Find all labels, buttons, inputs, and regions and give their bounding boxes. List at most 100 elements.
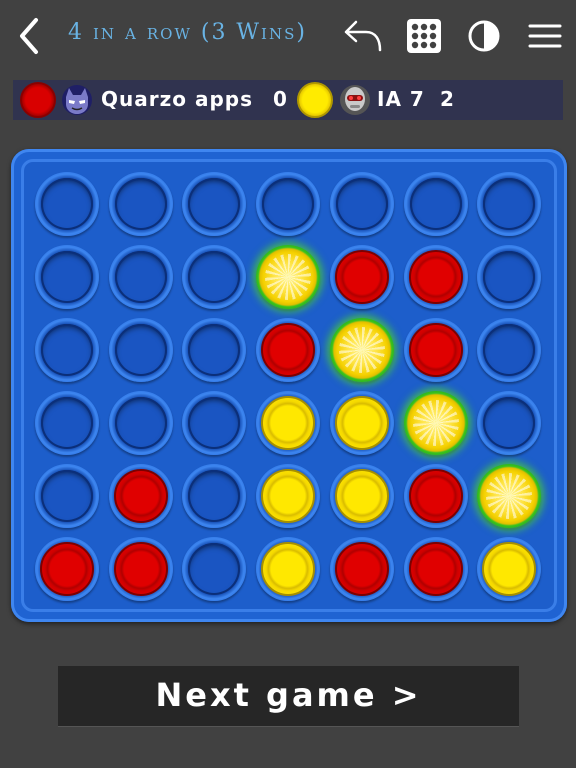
board-cell-r5-c7[interactable] (477, 464, 542, 528)
board-cell-r6-c3[interactable] (182, 537, 247, 601)
board-cell-r1-c1[interactable] (35, 172, 99, 236)
win-highlight (412, 400, 459, 446)
score-bar: Quarzo apps 0 IA 7 2 (13, 80, 563, 120)
red-disc (261, 323, 316, 377)
empty-slot (114, 178, 167, 230)
winning-yellow-disc (256, 245, 321, 309)
empty-slot (188, 543, 241, 595)
board-cell-r2-c7[interactable] (477, 245, 542, 309)
yellow-disc (261, 469, 316, 523)
empty-slot (188, 324, 241, 376)
board-cell-r1-c5[interactable] (329, 172, 394, 236)
empty-slot (262, 178, 315, 230)
board-cell-r3-c5[interactable] (329, 318, 394, 382)
yellow-disc (334, 396, 389, 450)
winning-yellow-disc (403, 391, 468, 455)
board-cell-r4-c2[interactable] (108, 391, 173, 455)
player2-name: IA 7 (377, 87, 425, 111)
empty-slot (188, 178, 241, 230)
empty-slot (483, 251, 536, 303)
board-cell-r5-c2[interactable] (108, 464, 173, 528)
board-cell-r5-c1[interactable] (35, 464, 99, 528)
next-game-button[interactable]: Next game > (58, 666, 519, 726)
menu-icon[interactable] (528, 22, 562, 50)
red-disc (408, 323, 463, 377)
red-disc (40, 542, 94, 596)
empty-slot (483, 397, 536, 449)
masked-hero-icon (61, 84, 93, 116)
yellow-disc (482, 542, 537, 596)
board-cell-r2-c5[interactable] (329, 245, 394, 309)
undo-icon[interactable] (340, 18, 384, 54)
board-cell-r1-c2[interactable] (108, 172, 173, 236)
robot-icon (339, 84, 371, 116)
red-disc (408, 250, 463, 304)
yellow-disc (261, 396, 316, 450)
board-cell-r3-c4[interactable] (256, 318, 321, 382)
board-cell-r1-c4[interactable] (256, 172, 321, 236)
board-cell-r4-c1[interactable] (35, 391, 99, 455)
board-cell-r3-c6[interactable] (403, 318, 468, 382)
player1-disc (20, 82, 56, 118)
player1-wins: 0 (273, 87, 288, 111)
game-title: 4 in a row (3 Wins) (68, 20, 307, 45)
contrast-icon[interactable] (468, 20, 500, 52)
board-cell-r1-c7[interactable] (477, 172, 542, 236)
board-cell-r1-c6[interactable] (403, 172, 468, 236)
yellow-disc (334, 469, 389, 523)
board-cell-r6-c2[interactable] (108, 537, 173, 601)
board-cell-r4-c4[interactable] (256, 391, 321, 455)
empty-slot (483, 324, 536, 376)
game-board (11, 149, 567, 622)
board-cell-r6-c7[interactable] (477, 537, 542, 601)
board-cell-r3-c3[interactable] (182, 318, 247, 382)
red-disc (334, 250, 389, 304)
board-cell-r5-c4[interactable] (256, 464, 321, 528)
board-cell-r6-c5[interactable] (329, 537, 394, 601)
board-cell-r3-c1[interactable] (35, 318, 99, 382)
board-cell-r5-c6[interactable] (403, 464, 468, 528)
empty-slot (483, 178, 536, 230)
board-cell-r5-c3[interactable] (182, 464, 247, 528)
empty-slot (188, 470, 241, 522)
board-cell-r2-c4[interactable] (256, 245, 321, 309)
empty-slot (114, 324, 167, 376)
red-disc (408, 542, 463, 596)
board-cell-r2-c3[interactable] (182, 245, 247, 309)
board-cell-r6-c1[interactable] (35, 537, 99, 601)
board-cell-r6-c4[interactable] (256, 537, 321, 601)
board-cell-r4-c7[interactable] (477, 391, 542, 455)
red-disc (113, 469, 168, 523)
win-highlight (486, 473, 533, 519)
board-cell-r3-c2[interactable] (108, 318, 173, 382)
board-cell-r2-c2[interactable] (108, 245, 173, 309)
winning-yellow-disc (477, 464, 542, 528)
empty-slot (41, 397, 93, 449)
board-cell-r1-c3[interactable] (182, 172, 247, 236)
player2-wins: 2 (440, 87, 455, 111)
empty-slot (335, 178, 388, 230)
red-disc (334, 542, 389, 596)
board-cell-r4-c3[interactable] (182, 391, 247, 455)
player2-disc (297, 82, 333, 118)
board-cell-r2-c1[interactable] (35, 245, 99, 309)
empty-slot (41, 470, 93, 522)
board-cell-r4-c5[interactable] (329, 391, 394, 455)
next-game-label: Next game > (155, 676, 422, 714)
empty-slot (41, 251, 93, 303)
empty-slot (41, 178, 93, 230)
win-highlight (338, 327, 385, 373)
board-cell-r2-c6[interactable] (403, 245, 468, 309)
top-bar: 4 in a row (3 Wins) (0, 0, 576, 72)
back-arrow-icon[interactable] (14, 16, 44, 56)
winning-yellow-disc (329, 318, 394, 382)
board-cell-r5-c5[interactable] (329, 464, 394, 528)
red-disc (408, 469, 463, 523)
empty-slot (114, 397, 167, 449)
board-cell-r4-c6[interactable] (403, 391, 468, 455)
empty-slot (188, 397, 241, 449)
board-cell-r6-c6[interactable] (403, 537, 468, 601)
empty-slot (188, 251, 241, 303)
grid-icon[interactable] (406, 18, 442, 54)
board-cell-r3-c7[interactable] (477, 318, 542, 382)
